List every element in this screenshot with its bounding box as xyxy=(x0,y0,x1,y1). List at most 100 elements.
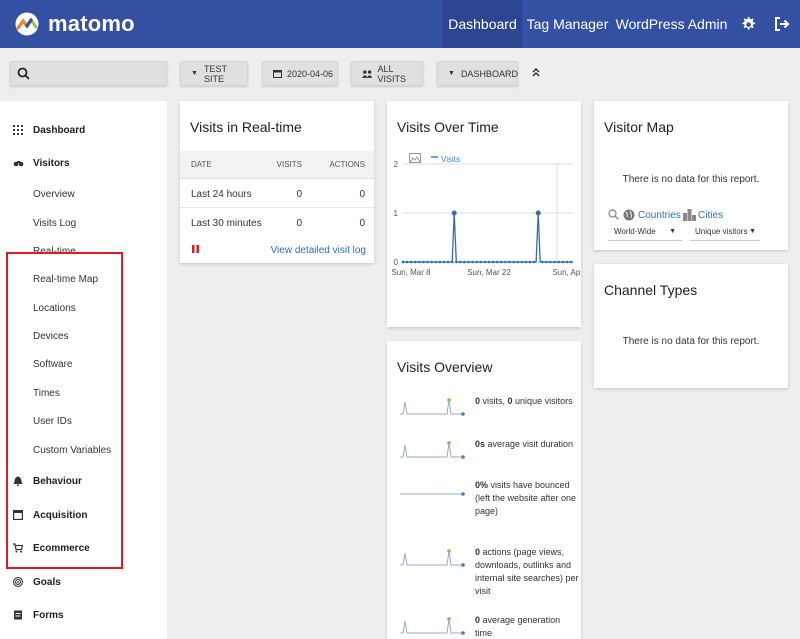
data-point[interactable] xyxy=(500,260,503,264)
metric-label: unique visitors xyxy=(512,396,573,406)
data-point[interactable] xyxy=(532,260,536,264)
data-point[interactable] xyxy=(471,260,474,264)
data-point[interactable] xyxy=(549,260,552,264)
x-tick-label: Sun, Mar 8 xyxy=(391,268,431,277)
overview-metric-text: 0% visits have bounced (left the website… xyxy=(475,479,579,518)
realtime-title: Visits in Real-time xyxy=(190,119,302,135)
data-point[interactable] xyxy=(426,260,429,264)
data-point[interactable] xyxy=(434,260,438,264)
date-selector[interactable]: 2020-04-06 xyxy=(262,61,338,86)
x-tick-label: Sun, Apr 5 xyxy=(552,268,581,277)
data-point[interactable] xyxy=(557,260,560,264)
nav-tag-manager[interactable]: Tag Manager xyxy=(522,0,613,48)
segment-selector[interactable]: ALL VISITS xyxy=(351,61,423,86)
sidebar-item-overview[interactable]: Overview xyxy=(33,187,75,203)
sparkline-path xyxy=(400,442,463,458)
cities-link[interactable]: Cities xyxy=(698,210,723,221)
data-point[interactable] xyxy=(528,260,532,264)
matomo-logo[interactable]: matomo xyxy=(12,10,135,38)
data-point[interactable] xyxy=(516,260,519,264)
nav-dashboard[interactable]: Dashboard xyxy=(443,0,522,48)
sidebar-item-visits-log[interactable]: Visits Log xyxy=(33,216,76,232)
data-point[interactable] xyxy=(418,260,421,264)
countries-link[interactable]: Countries xyxy=(638,210,681,221)
overview-metric-text: 0s average visit duration xyxy=(475,438,579,451)
sparkline-max-point xyxy=(447,441,451,445)
data-point[interactable] xyxy=(561,260,565,264)
caret-down-icon: ▼ xyxy=(749,228,756,235)
sparkline xyxy=(400,441,465,459)
data-point[interactable] xyxy=(535,210,541,216)
data-point[interactable] xyxy=(459,260,462,264)
table-row: Last 30 minutes 0 0 xyxy=(180,209,374,237)
data-point[interactable] xyxy=(487,260,491,264)
data-point[interactable] xyxy=(438,260,442,264)
search-input[interactable] xyxy=(10,61,167,86)
data-point[interactable] xyxy=(430,260,433,264)
pause-icon[interactable] xyxy=(192,245,199,253)
data-point[interactable] xyxy=(446,260,450,264)
sidebar-dashboard[interactable]: Dashboard xyxy=(0,116,167,144)
sidebar-forms[interactable]: Forms xyxy=(0,601,167,629)
data-point[interactable] xyxy=(483,260,487,264)
window-icon xyxy=(13,510,23,520)
nav-wordpress-admin[interactable]: WordPress Admin xyxy=(613,0,730,48)
data-point[interactable] xyxy=(491,260,495,264)
data-point[interactable] xyxy=(450,260,454,264)
sparkline-last-point xyxy=(461,631,465,635)
data-point[interactable] xyxy=(565,260,569,264)
data-point[interactable] xyxy=(553,260,556,264)
data-point[interactable] xyxy=(414,260,417,264)
data-point[interactable] xyxy=(569,260,573,264)
data-point[interactable] xyxy=(409,260,413,264)
y-tick-label: 1 xyxy=(394,209,399,218)
dashboard-selector[interactable]: ▼ DASHBOARD xyxy=(437,61,518,86)
data-point[interactable] xyxy=(524,260,528,264)
sidebar-ecommerce-label: Ecommerce xyxy=(33,542,90,554)
logout-icon[interactable] xyxy=(772,14,792,34)
region-select[interactable]: World-Wide ▼ xyxy=(608,223,682,241)
data-point[interactable] xyxy=(475,260,478,264)
data-point[interactable] xyxy=(504,260,507,264)
sidebar-ecommerce[interactable]: Ecommerce xyxy=(0,534,167,562)
data-point[interactable] xyxy=(422,260,425,264)
sidebar-forms-label: Forms xyxy=(33,609,64,621)
data-point[interactable] xyxy=(495,260,499,264)
sidebar-behaviour-label: Behaviour xyxy=(33,475,82,487)
search-icon xyxy=(17,67,30,80)
metric-label: visits, xyxy=(480,396,508,406)
data-point[interactable] xyxy=(467,260,470,264)
data-point[interactable] xyxy=(541,260,544,264)
row-actions: 0 xyxy=(359,189,365,200)
data-point[interactable] xyxy=(520,260,524,264)
sidebar-acquisition[interactable]: Acquisition xyxy=(0,501,167,529)
sidebar-goals[interactable]: Goals xyxy=(0,568,167,596)
sparkline-last-point xyxy=(461,412,465,416)
sidebar-dashboard-label: Dashboard xyxy=(33,124,86,136)
data-point[interactable] xyxy=(463,260,466,264)
sidebar-visitors[interactable]: Visitors xyxy=(0,149,167,177)
data-point[interactable] xyxy=(451,210,457,216)
metric-label: average generation time xyxy=(475,615,561,638)
region-select-value: World-Wide xyxy=(614,227,656,236)
view-visit-log-link[interactable]: View detailed visit log xyxy=(271,245,366,256)
site-selector[interactable]: ▼ TEST SITE xyxy=(180,61,248,86)
target-icon xyxy=(13,577,23,587)
data-point[interactable] xyxy=(442,260,446,264)
data-point[interactable] xyxy=(455,260,458,264)
gear-icon[interactable] xyxy=(738,14,758,34)
data-point[interactable] xyxy=(405,260,409,264)
zoom-out-icon[interactable] xyxy=(608,209,619,220)
visitor-map-nodata: There is no data for this report. xyxy=(622,174,760,185)
row-date: Last 30 minutes xyxy=(191,218,262,229)
visits-over-time-widget: Visits Over Time Visits 0 1 2 Sun, Mar 8 Sun… xyxy=(387,101,581,327)
data-point[interactable] xyxy=(401,260,405,264)
sidebar-behaviour[interactable]: Behaviour xyxy=(0,467,167,495)
data-point[interactable] xyxy=(479,260,483,264)
sidebar-acquisition-label: Acquisition xyxy=(33,509,88,521)
metric-select[interactable]: Unique visitors ▼ xyxy=(690,223,760,241)
data-point[interactable] xyxy=(512,260,515,264)
collapse-up-icon[interactable] xyxy=(530,66,542,78)
data-point[interactable] xyxy=(508,260,511,264)
data-point[interactable] xyxy=(545,260,548,264)
